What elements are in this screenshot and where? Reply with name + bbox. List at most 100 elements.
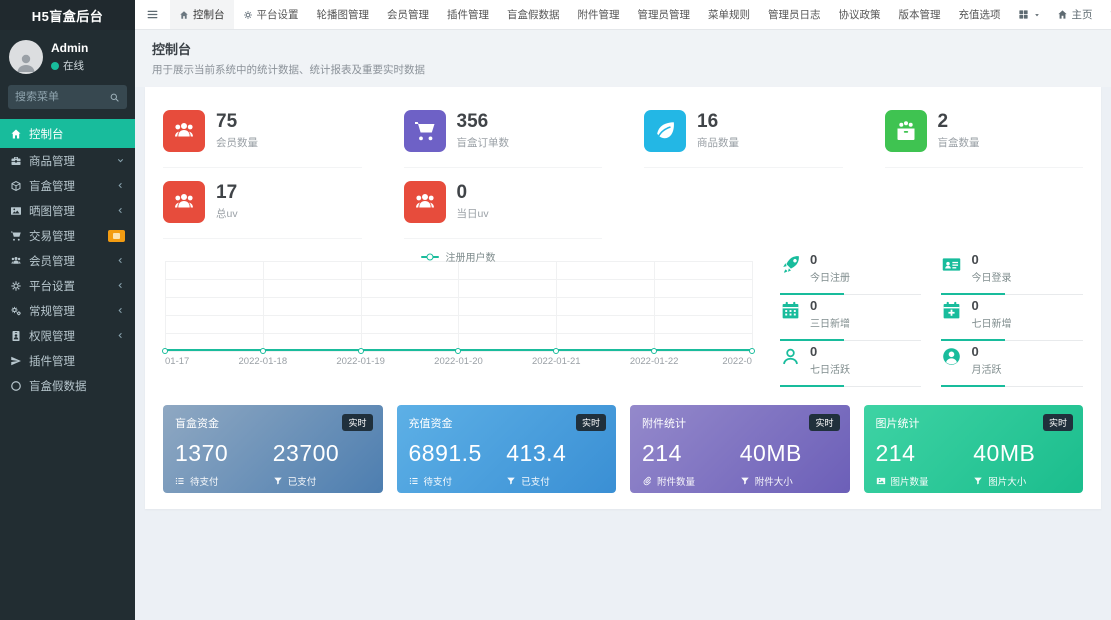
tab-admin-logs[interactable]: 管理员日志 (759, 0, 830, 29)
legend-label: 注册用户数 (445, 249, 495, 264)
avatar[interactable] (9, 40, 43, 74)
users-icon (163, 181, 205, 223)
realtime-badge: 实时 (809, 414, 839, 431)
divider (780, 385, 922, 387)
sidebar-item-console[interactable]: 控制台 (0, 119, 135, 148)
sidebar-item-permissions[interactable]: 权限管理 (0, 323, 135, 348)
person-icon (14, 50, 38, 74)
paperclip-icon (642, 476, 652, 486)
quick-stat-label: 七日新增 (971, 315, 1011, 330)
card-attachment-stats: 附件统计 实时 214 附件数量 40MB 附件大小 (630, 405, 850, 493)
sidebar-toggle-button[interactable] (135, 0, 170, 29)
tab-recharge-options[interactable]: 充值选项 (950, 0, 1010, 29)
stat-label: 商品数量 (697, 135, 739, 150)
tab-label: 充值选项 (959, 7, 1001, 22)
tab-label: 管理员日志 (768, 7, 821, 22)
tab-carousel[interactable]: 轮播图管理 (308, 0, 379, 29)
stat-card-goods: 16 商品数量 (644, 97, 843, 168)
tab-attachments[interactable]: 附件管理 (569, 0, 629, 29)
page-title: 控制台 (152, 39, 1094, 58)
home-button[interactable]: 主页 (1049, 0, 1101, 29)
chevron-left-icon (116, 306, 125, 315)
calendar-icon (780, 300, 801, 321)
sidebar-item-plugins[interactable]: 插件管理 (0, 348, 135, 373)
clear-cache-button[interactable]: 清除缓存 (1101, 0, 1111, 29)
stat-label: 会员数量 (216, 135, 258, 150)
sidebar-item-label: 盲盒管理 (29, 178, 75, 194)
stat-card-members: 75 会员数量 (163, 97, 362, 168)
filter-icon (506, 476, 516, 486)
chart-plot: 01-172022-01-182022-01-192022-01-202022-… (165, 261, 752, 351)
gear-icon (10, 280, 22, 292)
card-value: 214 (876, 440, 974, 467)
search-input[interactable] (15, 91, 105, 103)
tab-fakedata[interactable]: 盲盒假数据 (498, 0, 569, 29)
tab-label: 会员管理 (387, 7, 429, 22)
quick-stat-label: 三日新增 (810, 315, 850, 330)
search-icon[interactable] (109, 92, 120, 103)
filter-icon (973, 476, 983, 486)
sidebar-item-goods[interactable]: 商品管理 (0, 148, 135, 173)
sidebar-item-platform[interactable]: 平台设置 (0, 273, 135, 298)
card-value-label: 已支付 (521, 474, 550, 488)
card-value: 1370 (175, 440, 273, 467)
chevron-left-icon (116, 256, 125, 265)
tab-label: 菜单规则 (708, 7, 750, 22)
sidebar-item-members[interactable]: 会员管理 (0, 248, 135, 273)
stat-label: 盲盒数量 (938, 135, 980, 150)
notification-badge (108, 230, 125, 242)
tabs-overflow-button[interactable] (1010, 0, 1049, 29)
cart-icon (10, 230, 22, 242)
dashboard-panel: 75 会员数量 356 盲盒订单数 16 (145, 87, 1101, 509)
sidebar-item-trade[interactable]: 交易管理 (0, 223, 135, 248)
quick-stat-month-active: 0 月活跃 (941, 341, 1083, 387)
main-area: 控制台 平台设置 轮播图管理 会员管理 插件管理 盲盒假数据 附件管理 管理员管… (135, 0, 1111, 620)
tab-versions[interactable]: 版本管理 (890, 0, 950, 29)
tab-plugins[interactable]: 插件管理 (438, 0, 498, 29)
card-value-label: 待支付 (190, 474, 219, 488)
chevron-left-icon (116, 206, 125, 215)
sidebar-item-photos[interactable]: 晒图管理 (0, 198, 135, 223)
user-status: 在线 (51, 58, 88, 73)
home-icon (179, 10, 189, 20)
tab-members[interactable]: 会员管理 (378, 0, 438, 29)
stat-card-orders: 356 盲盒订单数 (404, 97, 603, 168)
card-value: 413.4 (506, 440, 604, 467)
stat-value: 2 (938, 112, 980, 132)
card-title: 盲盒资金 (175, 415, 371, 431)
gift-box-icon (885, 110, 927, 152)
sidebar-item-label: 会员管理 (29, 253, 75, 269)
stat-value: 356 (457, 112, 510, 132)
sidebar-item-blindbox[interactable]: 盲盒管理 (0, 173, 135, 198)
id-card-icon (941, 254, 962, 275)
chart-legend[interactable]: 注册用户数 (163, 249, 754, 264)
page-header: 控制台 用于展示当前系统中的统计数据、统计报表及重要实时数据 (135, 30, 1111, 87)
quick-stat-label: 七日活跃 (810, 361, 850, 376)
tab-agreements[interactable]: 协议政策 (830, 0, 890, 29)
leaf-icon (644, 110, 686, 152)
quick-stat-7day-active: 0 七日活跃 (780, 341, 922, 387)
user-status-label: 在线 (63, 58, 84, 73)
card-recharge-funds: 充值资金 实时 6891.5 待支付 413.4 已支付 (397, 405, 617, 493)
card-value-label: 附件数量 (657, 474, 695, 488)
user-circle-icon (941, 346, 962, 367)
nav-right: 主页 清除缓存 Admin (1010, 0, 1111, 29)
realtime-badge: 实时 (1043, 414, 1073, 431)
online-dot-icon (51, 62, 59, 70)
tab-menu-rules[interactable]: 菜单规则 (699, 0, 759, 29)
home-label: 主页 (1072, 7, 1093, 22)
hamburger-icon (146, 8, 159, 21)
sidebar-item-fakedata[interactable]: 盲盒假数据 (0, 373, 135, 398)
sidebar-item-general[interactable]: 常规管理 (0, 298, 135, 323)
sidebar-item-label: 插件管理 (29, 353, 75, 369)
tab-admins[interactable]: 管理员管理 (629, 0, 700, 29)
card-value-label: 已支付 (288, 474, 317, 488)
card-title: 附件统计 (642, 415, 838, 431)
tab-label: 管理员管理 (638, 7, 691, 22)
rocket-icon (780, 254, 801, 275)
tab-platform-settings[interactable]: 平台设置 (234, 0, 308, 29)
filter-icon (740, 476, 750, 486)
calendar-plus-icon (941, 300, 962, 321)
chevron-down-icon (116, 156, 125, 165)
tab-console[interactable]: 控制台 (170, 0, 234, 29)
